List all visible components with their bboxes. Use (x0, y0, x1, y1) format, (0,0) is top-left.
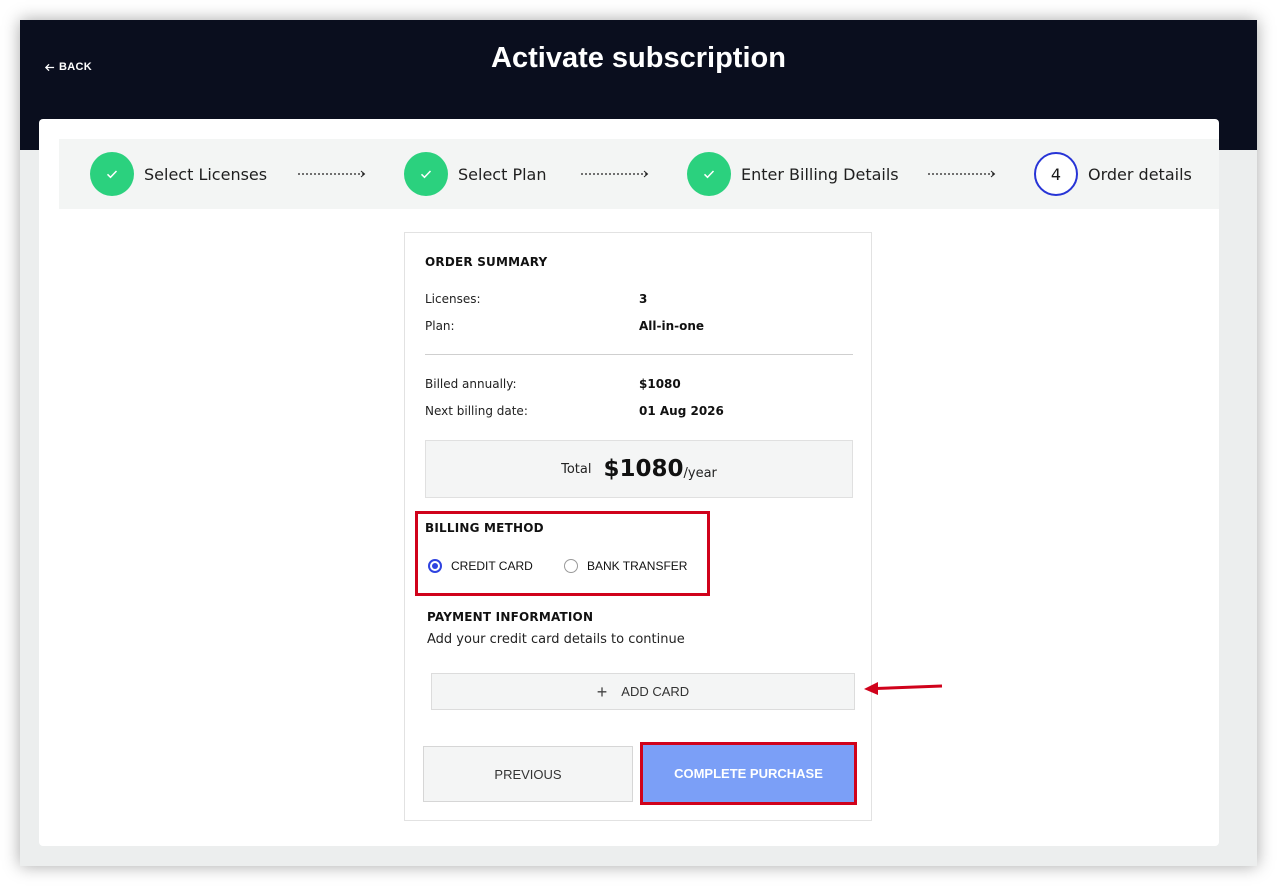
radio-bank-transfer[interactable]: BANK TRANSFER (564, 559, 687, 573)
complete-purchase-button[interactable]: COMPLETE PURCHASE (640, 742, 857, 805)
payment-information-subtitle: Add your credit card details to continue (427, 632, 685, 647)
step-number-indicator: 4 (1034, 152, 1078, 196)
step-select-licenses[interactable]: Select Licenses (90, 152, 267, 196)
step-order-details[interactable]: 4 Order details (1034, 152, 1192, 196)
total-label: Total (561, 461, 592, 477)
radio-label: BANK TRANSFER (587, 559, 688, 573)
progress-stepper: Select Licenses Select Plan Enter Billin… (59, 139, 1219, 209)
radio-credit-card[interactable]: CREDIT CARD (428, 559, 533, 573)
total-period: /year (683, 465, 717, 481)
next-billing-date-value: 01 Aug 2026 (639, 404, 724, 418)
checkmark-icon (106, 170, 118, 179)
app-window: BACK Activate subscription Select Licens… (20, 20, 1257, 866)
step-label: Select Licenses (144, 164, 268, 184)
billed-annually-label: Billed annually: (425, 377, 517, 391)
step-connector-arrow-icon (298, 170, 366, 178)
checkmark-icon (420, 170, 432, 179)
plus-icon: + (596, 681, 608, 702)
checkmark-icon (703, 170, 715, 179)
summary-divider (425, 354, 853, 355)
licenses-label: Licenses: (425, 292, 481, 306)
order-summary-title: ORDER SUMMARY (425, 255, 548, 269)
step-select-plan[interactable]: Select Plan (404, 152, 546, 196)
step-enter-billing-details[interactable]: Enter Billing Details (687, 152, 899, 196)
step-complete-indicator (90, 152, 134, 196)
radio-button-checked[interactable] (428, 559, 442, 573)
add-card-label: ADD CARD (621, 684, 690, 699)
order-summary-panel: ORDER SUMMARY Licenses: 3 Plan: All-in-o… (404, 232, 872, 821)
complete-purchase-label: COMPLETE PURCHASE (674, 766, 823, 781)
main-card: Select Licenses Select Plan Enter Billin… (39, 119, 1219, 846)
billing-method-title: BILLING METHOD (425, 521, 544, 535)
total-box: Total $1080 /year (425, 440, 853, 498)
plan-value: All-in-one (639, 319, 705, 333)
radio-button-unchecked[interactable] (564, 559, 578, 573)
next-billing-date-label: Next billing date: (425, 404, 528, 418)
licenses-value: 3 (639, 292, 648, 306)
plan-label: Plan: (425, 319, 455, 333)
step-label: Enter Billing Details (741, 164, 899, 184)
step-label: Order details (1088, 164, 1192, 184)
previous-button[interactable]: PREVIOUS (423, 746, 633, 802)
page-title: Activate subscription (491, 42, 786, 74)
billed-annually-value: $1080 (639, 377, 681, 391)
previous-label: PREVIOUS (494, 766, 562, 782)
step-label: Select Plan (458, 164, 547, 184)
add-card-button[interactable]: + ADD CARD (431, 673, 855, 710)
step-connector-arrow-icon (581, 170, 649, 178)
radio-label: CREDIT CARD (451, 559, 533, 573)
total-amount: $1080 (603, 456, 684, 482)
payment-information-title: PAYMENT INFORMATION (427, 610, 594, 624)
step-complete-indicator (404, 152, 448, 196)
step-complete-indicator (687, 152, 731, 196)
annotation-arrow-icon (864, 682, 943, 695)
step-connector-arrow-icon (928, 170, 996, 178)
